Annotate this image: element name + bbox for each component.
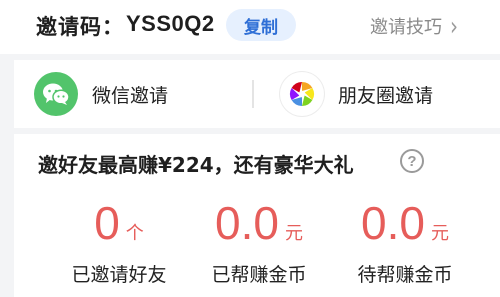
earnings-card: 邀好友最高赚¥224，还有豪华大礼 ? 0 个 已邀请好友 0.0 元 已帮赚金… [14, 134, 500, 297]
invite-tips-label: 邀请技巧 [370, 17, 442, 38]
moments-icon [280, 72, 324, 116]
stat-earned-coins[interactable]: 0.0 元 已帮赚金币 [184, 196, 334, 287]
invite-code-label: 邀请码： [36, 15, 124, 39]
wechat-invite-button[interactable]: 微信邀请 [34, 60, 168, 128]
stat-label: 待帮赚金币 [357, 264, 453, 286]
wechat-invite-label: 微信邀请 [92, 84, 169, 107]
share-bar: 微信邀请 朋友圈邀请 [14, 60, 500, 128]
invite-tips-link[interactable]: 邀请技巧 › [370, 10, 458, 42]
earnings-title: 邀好友最高赚¥224，还有豪华大礼 [38, 153, 354, 177]
invite-code-value: YSS0Q2 [126, 11, 215, 36]
moments-invite-label: 朋友圈邀请 [338, 84, 434, 107]
copy-button[interactable]: 复制 [226, 9, 296, 41]
share-divider [252, 80, 254, 108]
stat-value: 0.0 [361, 197, 425, 249]
stat-label: 已邀请好友 [71, 264, 167, 286]
stat-unit: 元 [430, 223, 449, 244]
help-icon[interactable]: ? [400, 149, 424, 173]
stat-value: 0.0 [215, 197, 279, 249]
moments-invite-button[interactable]: 朋友圈邀请 [280, 60, 433, 128]
stat-unit: 元 [284, 223, 303, 244]
stat-invited-friends[interactable]: 0 个 已邀请好友 [44, 196, 194, 287]
invite-code-bar: 邀请码： YSS0Q2 复制 邀请技巧 › [0, 0, 500, 54]
wechat-icon [34, 72, 78, 116]
chevron-right-icon: › [450, 10, 458, 42]
stat-label: 已帮赚金币 [211, 264, 307, 286]
stat-value: 0 [94, 197, 120, 249]
stat-unit: 个 [125, 223, 144, 244]
stat-pending-coins[interactable]: 0.0 元 待帮赚金币 [330, 196, 480, 287]
